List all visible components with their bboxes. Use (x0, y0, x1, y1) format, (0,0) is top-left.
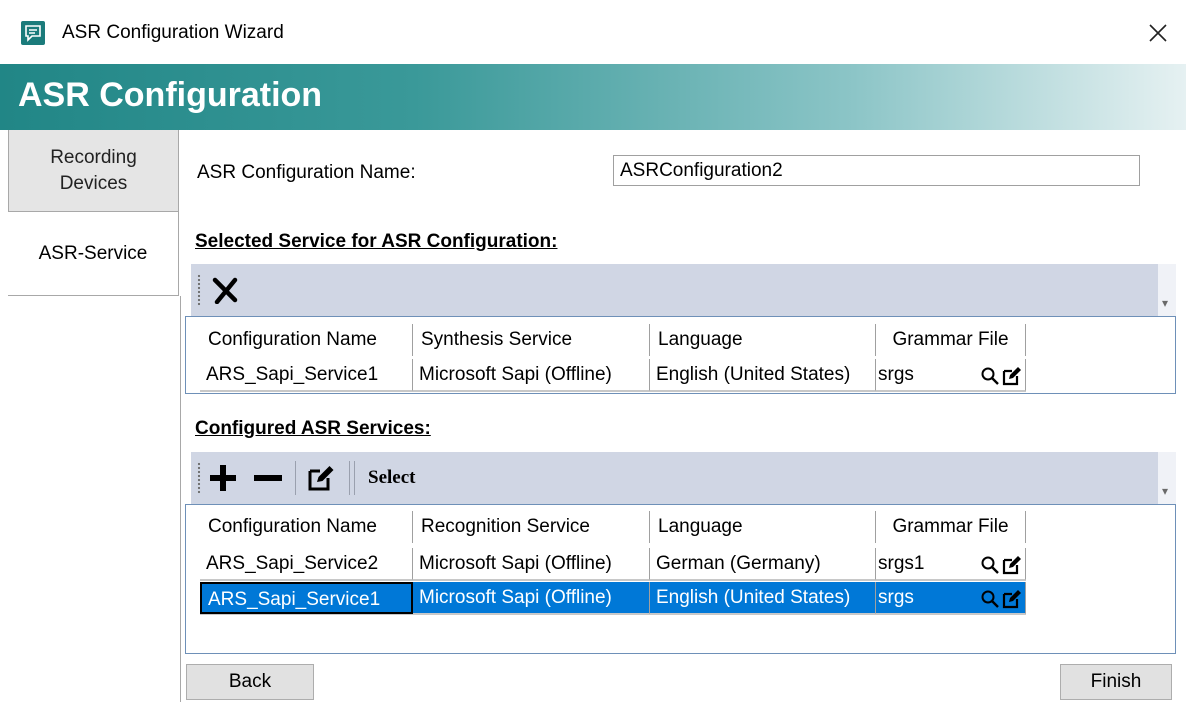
search-icon[interactable] (980, 555, 1000, 575)
search-icon[interactable] (980, 366, 1000, 386)
header-banner: ASR Configuration (0, 64, 1186, 130)
configured-section-title: Configured ASR Services: (195, 418, 431, 439)
overflow-icon[interactable]: ▾ (1162, 484, 1168, 498)
grammar-file-value: srgs1 (878, 553, 925, 574)
table-cell: Microsoft Sapi (Offline) (413, 548, 650, 580)
table-cell: English (United States) (650, 359, 876, 391)
panel-border (180, 296, 181, 702)
column-header[interactable]: Recognition Service (413, 511, 650, 543)
table-cell: ARS_Sapi_Service1 (200, 582, 413, 614)
edit-icon[interactable] (1002, 555, 1022, 575)
toolbar-separator (295, 461, 296, 495)
remove-service-button[interactable] (250, 460, 286, 496)
title-bar: ASR Configuration Wizard (0, 0, 1186, 64)
column-header[interactable]: Language (650, 324, 876, 356)
table-cell: English (United States) (650, 582, 876, 614)
selected-toolbar (191, 264, 1158, 316)
edit-service-button[interactable] (303, 460, 339, 496)
tab-recording-devices[interactable]: Recording Devices (8, 130, 179, 212)
overflow-icon[interactable]: ▾ (1162, 296, 1168, 310)
tab-label: ASR-Service (38, 242, 148, 264)
toolbar-grip[interactable] (197, 274, 201, 306)
grammar-file-value: srgs (878, 364, 914, 385)
grammar-file-cell: srgs (876, 582, 1026, 614)
grammar-file-value: srgs (878, 587, 914, 608)
grammar-file-cell: srgs (876, 359, 1026, 391)
select-button[interactable]: Select (368, 467, 415, 489)
edit-icon (308, 466, 334, 491)
table-row[interactable]: ARS_Sapi_Service2 Microsoft Sapi (Offlin… (200, 548, 1026, 581)
speech-bubble-icon (21, 21, 45, 45)
config-name-input[interactable] (613, 155, 1140, 186)
column-header[interactable]: Synthesis Service (413, 324, 650, 356)
close-icon[interactable] (1138, 13, 1178, 53)
minus-icon (254, 475, 282, 481)
toolbar-separator (349, 461, 350, 495)
table-cell: Microsoft Sapi (Offline) (413, 582, 650, 614)
search-icon[interactable] (980, 589, 1000, 609)
window-title: ASR Configuration Wizard (62, 22, 284, 43)
selected-service-grid: Configuration Name Synthesis Service Lan… (185, 316, 1176, 394)
column-header[interactable]: Grammar File (876, 511, 1026, 543)
column-header[interactable]: Grammar File (876, 324, 1026, 356)
column-header[interactable]: Configuration Name (200, 324, 413, 356)
column-header[interactable]: Language (650, 511, 876, 543)
tab-label: Recording (50, 146, 137, 168)
grid-header-row: Configuration Name Recognition Service L… (200, 511, 1026, 543)
grid-header-row: Configuration Name Synthesis Service Lan… (200, 324, 1026, 356)
tab-asr-service[interactable]: ASR-Service (8, 212, 179, 296)
add-service-button[interactable] (205, 460, 241, 496)
toolbar-grip[interactable] (197, 462, 201, 494)
edit-icon[interactable] (1002, 366, 1022, 386)
table-row[interactable]: ARS_Sapi_Service1 Microsoft Sapi (Offlin… (200, 359, 1026, 392)
table-cell: Microsoft Sapi (Offline) (413, 359, 650, 391)
plus-icon (210, 465, 236, 491)
table-row-selected[interactable]: ARS_Sapi_Service1 Microsoft Sapi (Offlin… (200, 582, 1026, 615)
toolbar-separator (354, 461, 355, 495)
remove-selected-button[interactable] (207, 272, 243, 308)
table-cell: German (Germany) (650, 548, 876, 580)
x-icon (212, 277, 238, 304)
config-name-label: ASR Configuration Name: (197, 162, 416, 183)
tab-label: Devices (59, 172, 128, 194)
selected-section-title: Selected Service for ASR Configuration: (195, 231, 558, 252)
edit-icon[interactable] (1002, 589, 1022, 609)
table-cell: ARS_Sapi_Service2 (200, 548, 413, 580)
back-button[interactable]: Back (186, 664, 314, 700)
column-header[interactable]: Configuration Name (200, 511, 413, 543)
page-title: ASR Configuration (18, 76, 323, 114)
configured-services-grid: Configuration Name Recognition Service L… (185, 504, 1176, 654)
table-cell: ARS_Sapi_Service1 (200, 359, 413, 391)
grammar-file-cell: srgs1 (876, 548, 1026, 580)
finish-button[interactable]: Finish (1060, 664, 1172, 700)
